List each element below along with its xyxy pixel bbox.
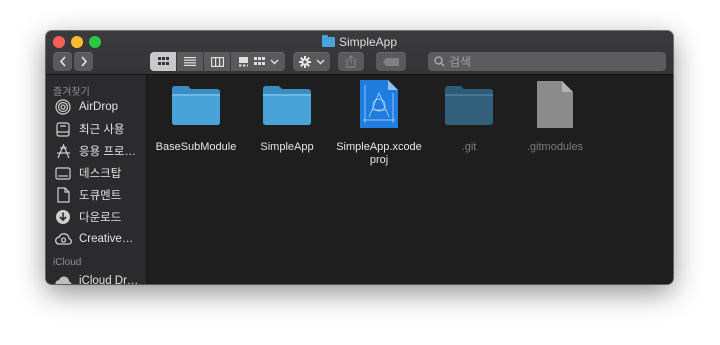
list-view-button[interactable] — [177, 52, 204, 71]
file-name: BaseSubModule — [155, 141, 237, 153]
sidebar-item-label: 다운로드 — [79, 212, 122, 224]
sidebar-item-recents[interactable]: 최근 사용 — [54, 119, 125, 139]
chevron-down-icon — [316, 59, 324, 64]
downloads-icon — [54, 209, 72, 225]
sidebar-item-label: 도큐멘트 — [79, 190, 122, 202]
folder-icon — [263, 86, 311, 125]
documents-icon — [54, 187, 72, 203]
creative-cloud-icon — [54, 231, 72, 247]
group-button[interactable] — [248, 52, 285, 71]
chevron-right-icon — [80, 56, 87, 67]
column-view-button[interactable] — [204, 52, 231, 71]
folder-icon — [321, 35, 335, 47]
sidebar-item-label: 데스크탑 — [79, 168, 122, 180]
document-icon — [537, 81, 573, 128]
file-name: .git — [461, 141, 477, 153]
gear-icon — [298, 55, 311, 68]
tag-button[interactable] — [376, 52, 406, 71]
xcodeproj-icon — [360, 80, 398, 128]
sidebar-item-airdrop[interactable]: AirDrop — [54, 97, 118, 117]
search-icon — [434, 56, 445, 67]
share-button[interactable] — [338, 52, 364, 71]
cloud-icon — [54, 273, 72, 284]
sidebar-item-applications[interactable]: 응용 프로… — [54, 141, 136, 161]
file-name: SimpleApp — [260, 141, 314, 153]
window-title: SimpleApp — [46, 34, 673, 50]
sidebar-header-icloud: iCloud — [53, 257, 82, 268]
sidebar-item-label: Creative… — [79, 233, 134, 245]
sidebar: 즐겨찾기 AirDrop 최근 사용 응용 프로… 데스크탑 도큐멘트 다운로드… — [46, 75, 147, 284]
applications-icon — [54, 143, 72, 159]
chevron-down-icon — [270, 59, 279, 64]
window-title-text: SimpleApp — [338, 35, 398, 49]
desktop-icon — [54, 165, 72, 181]
file-area: BaseSubModule SimpleApp SimpleApp.xcode … — [147, 75, 673, 284]
airdrop-icon — [54, 99, 72, 115]
sidebar-item-downloads[interactable]: 다운로드 — [54, 207, 121, 227]
sidebar-item-documents[interactable]: 도큐멘트 — [54, 185, 121, 205]
file-name: .gitmodules — [526, 141, 584, 153]
column-view-icon — [210, 56, 224, 67]
share-icon — [346, 55, 356, 68]
file-name: SimpleApp.xcode proj — [336, 141, 422, 166]
grid-view-icon — [157, 57, 169, 65]
action-button[interactable] — [293, 52, 330, 71]
sidebar-item-label: iCloud Dr… — [79, 275, 139, 284]
back-button[interactable] — [53, 52, 72, 71]
titlebar: SimpleApp 검색 — [46, 31, 673, 75]
list-view-icon — [184, 57, 196, 66]
sidebar-item-desktop[interactable]: 데스크탑 — [54, 163, 121, 183]
icon-view-button[interactable] — [150, 52, 177, 71]
finder-window: SimpleApp 검색 즐겨찾기 AirDrop 최근 사용 응용 프로… 데… — [46, 31, 673, 284]
forward-button[interactable] — [74, 52, 93, 71]
sidebar-item-icloud-drive[interactable]: iCloud Dr… — [54, 271, 138, 284]
sidebar-header-favorites: 즐겨찾기 — [53, 87, 90, 98]
folder-icon — [172, 86, 220, 125]
search-placeholder: 검색 — [449, 55, 472, 69]
search-field[interactable]: 검색 — [428, 52, 666, 71]
grid-icon — [254, 57, 265, 65]
sidebar-item-label: 최근 사용 — [79, 124, 125, 136]
sidebar-item-label: 응용 프로… — [79, 146, 137, 158]
sidebar-item-label: AirDrop — [79, 101, 118, 113]
folder-icon — [445, 86, 493, 125]
view-mode-control — [150, 52, 257, 71]
tag-icon — [383, 57, 399, 66]
chevron-left-icon — [59, 56, 66, 67]
recents-icon — [54, 121, 72, 137]
sidebar-item-creative-cloud[interactable]: Creative… — [54, 229, 133, 249]
